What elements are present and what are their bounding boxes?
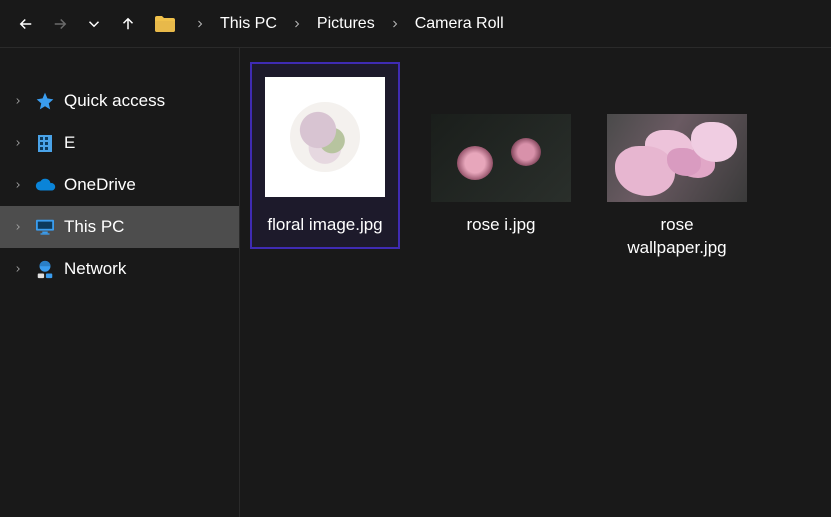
sidebar-item-label: Quick access: [64, 91, 165, 111]
chevron-right-icon[interactable]: [10, 138, 26, 148]
chevron-right-icon[interactable]: [10, 264, 26, 274]
sidebar-item-label: Network: [64, 259, 126, 279]
file-item[interactable]: rose wallpaper.jpg: [602, 62, 752, 272]
breadcrumb-pictures[interactable]: Pictures: [311, 13, 381, 35]
chevron-right-icon[interactable]: [10, 180, 26, 190]
sidebar-item-label: E: [64, 133, 75, 153]
chevron-right-icon[interactable]: [10, 96, 26, 106]
breadcrumb-this-pc[interactable]: This PC: [214, 13, 283, 35]
star-icon: [34, 91, 56, 111]
breadcrumb: This PC Pictures Camera Roll: [190, 13, 510, 35]
recent-dropdown[interactable]: [80, 10, 108, 38]
nav-tree: Quick access E OneDrive This PC Network: [0, 48, 240, 517]
sidebar-item-this-pc[interactable]: This PC: [0, 206, 239, 248]
building-icon: [34, 133, 56, 153]
back-button[interactable]: [12, 10, 40, 38]
sidebar-item-network[interactable]: Network: [0, 248, 239, 290]
network-icon: [34, 259, 56, 279]
file-label: rose wallpaper.jpg: [610, 214, 744, 260]
chevron-right-icon[interactable]: [10, 222, 26, 232]
sidebar-item-label: This PC: [64, 217, 124, 237]
cloud-icon: [34, 177, 56, 193]
sidebar-item-e[interactable]: E: [0, 122, 239, 164]
monitor-icon: [34, 218, 56, 236]
folder-icon: [154, 15, 176, 33]
file-label: rose i.jpg: [467, 214, 536, 237]
forward-button[interactable]: [46, 10, 74, 38]
chevron-right-icon[interactable]: [287, 18, 307, 30]
breadcrumb-camera-roll[interactable]: Camera Roll: [409, 13, 510, 35]
file-thumbnail: [431, 114, 571, 202]
sidebar-item-label: OneDrive: [64, 175, 136, 195]
file-thumbnail: [607, 114, 747, 202]
file-item[interactable]: rose i.jpg: [426, 62, 576, 249]
sidebar-item-quick-access[interactable]: Quick access: [0, 80, 239, 122]
file-pane[interactable]: floral image.jpg rose i.jpg rose wallpap…: [240, 48, 831, 517]
chevron-right-icon[interactable]: [385, 18, 405, 30]
up-button[interactable]: [114, 10, 142, 38]
chevron-right-icon[interactable]: [190, 18, 210, 30]
file-label: floral image.jpg: [267, 214, 382, 237]
file-item[interactable]: floral image.jpg: [250, 62, 400, 249]
nav-toolbar: This PC Pictures Camera Roll: [0, 0, 831, 48]
sidebar-item-onedrive[interactable]: OneDrive: [0, 164, 239, 206]
file-thumbnail: [260, 72, 390, 202]
